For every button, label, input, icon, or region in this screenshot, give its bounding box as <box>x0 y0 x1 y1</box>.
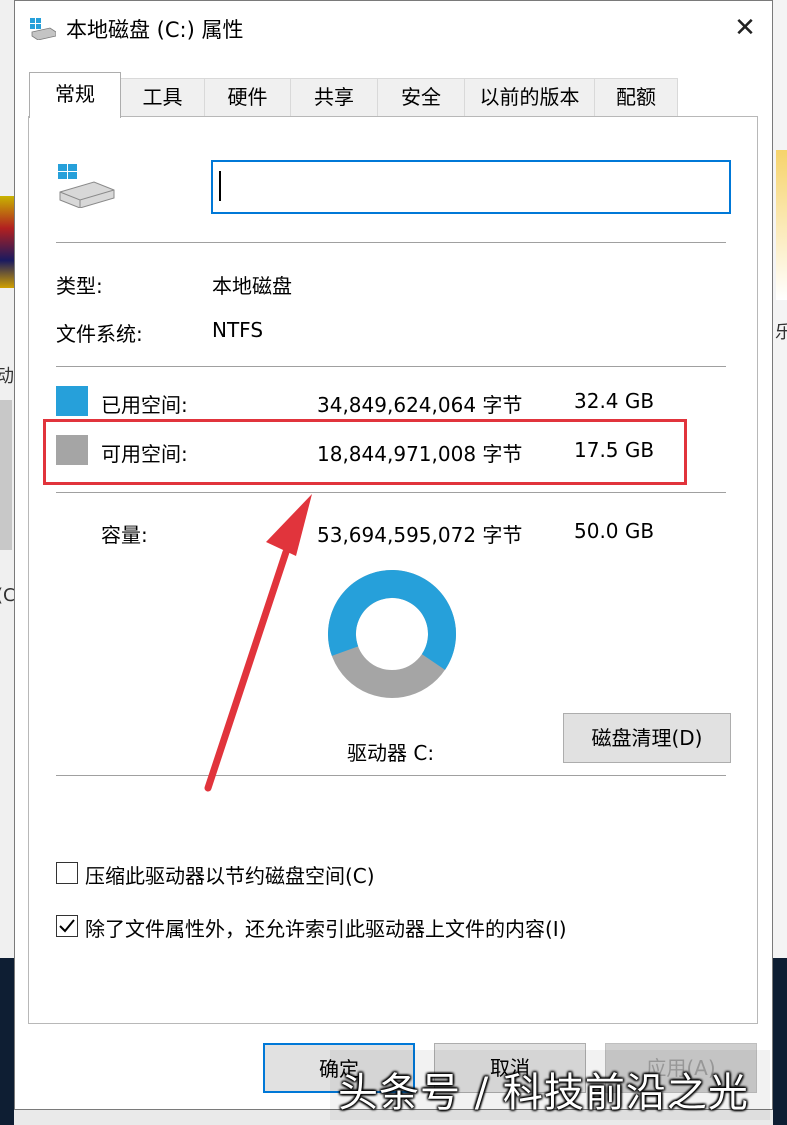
desktop-icon-thumbnail <box>0 196 14 288</box>
tab-previous-versions[interactable]: 以前的版本 <box>464 78 595 116</box>
used-space-label: 已用空间: <box>101 393 188 417</box>
text-caret <box>219 171 221 201</box>
highlight-box-annotation <box>43 419 687 485</box>
close-button[interactable]: ✕ <box>720 8 770 48</box>
taskbar-right <box>773 958 787 1125</box>
filesystem-label: 文件系统: <box>56 322 143 346</box>
drive-label: 驱动器 C: <box>347 741 435 765</box>
compress-label[interactable]: 压缩此驱动器以节约磁盘空间(C) <box>85 860 375 889</box>
capacity-size: 50.0 GB <box>574 519 655 543</box>
red-arrow-annotation <box>204 494 312 792</box>
type-label: 类型: <box>56 274 103 298</box>
tab-general[interactable]: 常规 <box>29 72 121 118</box>
separator <box>56 775 726 776</box>
window-title: 本地磁盘 (C:) 属性 <box>66 18 244 42</box>
separator <box>56 366 726 367</box>
capacity-bytes: 53,694,595,072 字节 <box>317 523 523 547</box>
close-icon: ✕ <box>734 13 756 43</box>
separator <box>56 242 726 243</box>
used-space-bytes: 34,849,624,064 字节 <box>317 393 523 417</box>
tab-quota[interactable]: 配额 <box>594 78 678 116</box>
type-value: 本地磁盘 <box>212 274 292 298</box>
disk-usage-donut <box>328 570 456 698</box>
taskbar-left <box>0 958 14 1125</box>
hard-drive-icon <box>58 164 115 208</box>
filesystem-value: NTFS <box>212 318 264 342</box>
watermark-text: 头条号 / 科技前沿之光 <box>338 1070 749 1116</box>
tab-hardware[interactable]: 硬件 <box>204 78 291 116</box>
tab-tools[interactable]: 工具 <box>120 78 205 116</box>
used-space-swatch <box>56 386 88 416</box>
tab-security[interactable]: 安全 <box>377 78 465 116</box>
tab-sharing[interactable]: 共享 <box>290 78 378 116</box>
checkmark-icon <box>59 919 75 933</box>
compress-checkbox[interactable] <box>56 862 78 884</box>
volume-name-input[interactable] <box>211 160 731 214</box>
separator <box>56 492 726 493</box>
desktop-window-edge <box>0 400 12 550</box>
used-space-size: 32.4 GB <box>574 389 655 413</box>
desktop-background-left <box>0 0 14 1125</box>
index-label[interactable]: 除了文件属性外，还允许索引此驱动器上文件的内容(I) <box>85 913 567 942</box>
disk-cleanup-button[interactable]: 磁盘清理(D) <box>563 713 731 763</box>
desktop-text: 乐 <box>775 322 787 343</box>
capacity-label: 容量: <box>101 523 148 547</box>
desktop-icon-thumbnail <box>776 150 787 300</box>
desktop-text: 动 <box>0 366 14 387</box>
drive-title-icon <box>30 18 56 40</box>
